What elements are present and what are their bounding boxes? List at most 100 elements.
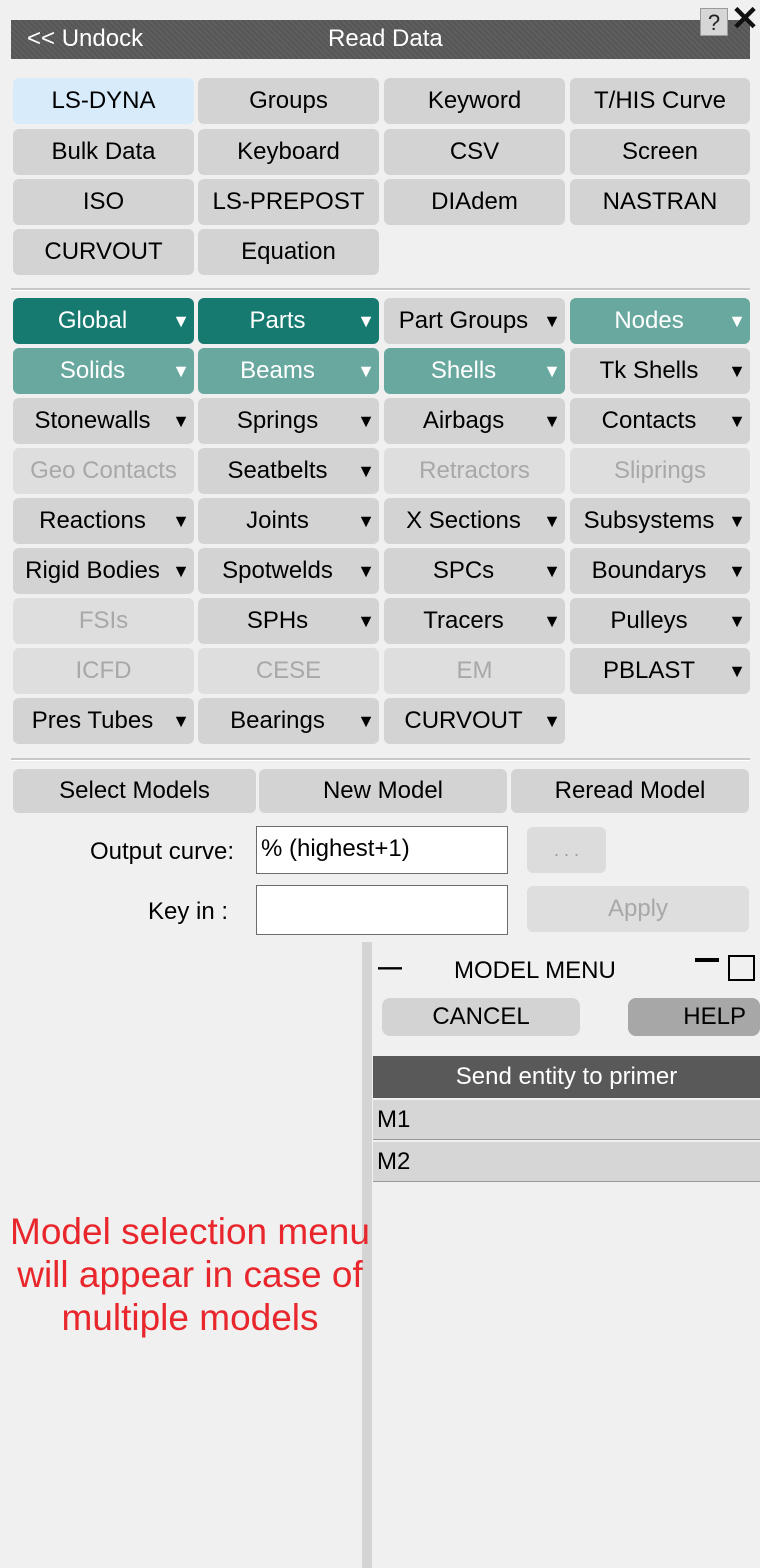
entity-button-spcs[interactable]: SPCs ▼	[384, 548, 565, 594]
close-icon[interactable]: ✕	[730, 2, 760, 36]
entity-button-pulleys[interactable]: Pulleys ▼	[570, 598, 750, 644]
entity-button-label: Parts	[249, 307, 306, 334]
dropdown-arrow-icon[interactable]: ▼	[172, 361, 190, 382]
dropdown-arrow-icon[interactable]: ▼	[543, 361, 561, 382]
dropdown-arrow-icon[interactable]: ▼	[728, 611, 746, 632]
dropdown-arrow-icon[interactable]: ▼	[728, 511, 746, 532]
dropdown-arrow-icon[interactable]: ▼	[543, 711, 561, 732]
source-button-csv[interactable]: CSV	[384, 129, 565, 175]
dropdown-arrow-icon[interactable]: ▼	[357, 411, 375, 432]
entity-button-x-sections[interactable]: X Sections ▼	[384, 498, 565, 544]
new-model-button[interactable]: New Model	[259, 769, 507, 813]
source-button-ls-dyna[interactable]: LS-DYNA	[13, 78, 194, 124]
dropdown-arrow-icon[interactable]: ▼	[543, 311, 561, 332]
source-button-keyword[interactable]: Keyword	[384, 78, 565, 124]
dropdown-arrow-icon[interactable]: ▼	[172, 711, 190, 732]
entity-button-em[interactable]: EM	[384, 648, 565, 694]
entity-button-shells[interactable]: Shells ▼	[384, 348, 565, 394]
entity-button-airbags[interactable]: Airbags ▼	[384, 398, 565, 444]
entity-button-label: ICFD	[75, 657, 132, 684]
entity-button-geo-contacts[interactable]: Geo Contacts	[13, 448, 194, 494]
source-button-ls-prepost[interactable]: LS-PREPOST	[198, 179, 379, 225]
restore-dash-icon[interactable]	[695, 958, 719, 962]
output-curve-input[interactable]: % (highest+1)	[256, 826, 508, 874]
dropdown-arrow-icon[interactable]: ▼	[543, 611, 561, 632]
minimize-icon[interactable]: —	[378, 954, 402, 982]
entity-button-pblast[interactable]: PBLAST ▼	[570, 648, 750, 694]
model-list-item[interactable]: M2	[373, 1142, 760, 1182]
model-list-item[interactable]: M1	[373, 1100, 760, 1140]
source-button-diadem[interactable]: DIAdem	[384, 179, 565, 225]
entity-button-label: Solids	[59, 357, 126, 384]
entity-button-bearings[interactable]: Bearings ▼	[198, 698, 379, 744]
dropdown-arrow-icon[interactable]: ▼	[728, 411, 746, 432]
browse-button[interactable]: . . .	[527, 827, 606, 873]
dropdown-arrow-icon[interactable]: ▼	[543, 561, 561, 582]
source-button-equation[interactable]: Equation	[198, 229, 379, 275]
source-button-screen[interactable]: Screen	[570, 129, 750, 175]
entity-button-fsis[interactable]: FSIs	[13, 598, 194, 644]
dropdown-arrow-icon[interactable]: ▼	[357, 711, 375, 732]
entity-button-beams[interactable]: Beams ▼	[198, 348, 379, 394]
apply-button[interactable]: Apply	[527, 886, 749, 932]
entity-button-icfd[interactable]: ICFD	[13, 648, 194, 694]
entity-button-spotwelds[interactable]: Spotwelds ▼	[198, 548, 379, 594]
help-button[interactable]: HELP	[628, 998, 760, 1036]
dropdown-arrow-icon[interactable]: ▼	[357, 561, 375, 582]
entity-button-tk-shells[interactable]: Tk Shells ▼	[570, 348, 750, 394]
dropdown-arrow-icon[interactable]: ▼	[172, 411, 190, 432]
dropdown-arrow-icon[interactable]: ▼	[728, 561, 746, 582]
entity-button-parts[interactable]: Parts ▼	[198, 298, 379, 344]
entity-button-joints[interactable]: Joints ▼	[198, 498, 379, 544]
source-button-iso[interactable]: ISO	[13, 179, 194, 225]
entity-button-reactions[interactable]: Reactions ▼	[13, 498, 194, 544]
entity-button-curvout[interactable]: CURVOUT ▼	[384, 698, 565, 744]
entity-button-sliprings[interactable]: Sliprings	[570, 448, 750, 494]
entity-button-seatbelts[interactable]: Seatbelts ▼	[198, 448, 379, 494]
entity-button-solids[interactable]: Solids ▼	[13, 348, 194, 394]
undock-button[interactable]: << Undock	[27, 25, 143, 53]
dropdown-arrow-icon[interactable]: ▼	[728, 311, 746, 332]
entity-button-part-groups[interactable]: Part Groups ▼	[384, 298, 565, 344]
source-button-groups[interactable]: Groups	[198, 78, 379, 124]
dropdown-arrow-icon[interactable]: ▼	[357, 611, 375, 632]
key-in-label: Key in :	[148, 898, 229, 925]
help-icon[interactable]: ?	[700, 8, 728, 36]
entity-button-pres-tubes[interactable]: Pres Tubes ▼	[13, 698, 194, 744]
dropdown-arrow-icon[interactable]: ▼	[543, 411, 561, 432]
entity-button-sphs[interactable]: SPHs ▼	[198, 598, 379, 644]
dropdown-arrow-icon[interactable]: ▼	[172, 561, 190, 582]
dropdown-arrow-icon[interactable]: ▼	[357, 311, 375, 332]
select-models-button[interactable]: Select Models	[13, 769, 256, 813]
entity-button-label: Spotwelds	[222, 557, 333, 584]
entity-button-stonewalls[interactable]: Stonewalls ▼	[13, 398, 194, 444]
reread-model-button[interactable]: Reread Model	[511, 769, 749, 813]
entity-button-rigid-bodies[interactable]: Rigid Bodies ▼	[13, 548, 194, 594]
source-button-nastran[interactable]: NASTRAN	[570, 179, 750, 225]
dropdown-arrow-icon[interactable]: ▼	[357, 461, 375, 482]
entity-button-subsystems[interactable]: Subsystems ▼	[570, 498, 750, 544]
key-in-input[interactable]	[256, 885, 508, 935]
dropdown-arrow-icon[interactable]: ▼	[543, 511, 561, 532]
cancel-button[interactable]: CANCEL	[382, 998, 580, 1036]
dropdown-arrow-icon[interactable]: ▼	[728, 361, 746, 382]
dropdown-arrow-icon[interactable]: ▼	[357, 511, 375, 532]
entity-button-global[interactable]: Global ▼	[13, 298, 194, 344]
source-button-keyboard[interactable]: Keyboard	[198, 129, 379, 175]
entity-button-cese[interactable]: CESE	[198, 648, 379, 694]
dropdown-arrow-icon[interactable]: ▼	[357, 361, 375, 382]
dropdown-arrow-icon[interactable]: ▼	[172, 311, 190, 332]
source-button-t-his-curve[interactable]: T/HIS Curve	[570, 78, 750, 124]
entity-button-nodes[interactable]: Nodes ▼	[570, 298, 750, 344]
entity-button-retractors[interactable]: Retractors	[384, 448, 565, 494]
source-button-bulk-data[interactable]: Bulk Data	[13, 129, 194, 175]
entity-button-springs[interactable]: Springs ▼	[198, 398, 379, 444]
source-button-curvout[interactable]: CURVOUT	[13, 229, 194, 275]
entity-button-tracers[interactable]: Tracers ▼	[384, 598, 565, 644]
maximize-icon[interactable]	[728, 955, 755, 981]
dropdown-arrow-icon[interactable]: ▼	[728, 661, 746, 682]
entity-button-contacts[interactable]: Contacts ▼	[570, 398, 750, 444]
entity-button-boundarys[interactable]: Boundarys ▼	[570, 548, 750, 594]
dropdown-arrow-icon[interactable]: ▼	[172, 511, 190, 532]
entity-button-label: Global	[57, 307, 128, 334]
